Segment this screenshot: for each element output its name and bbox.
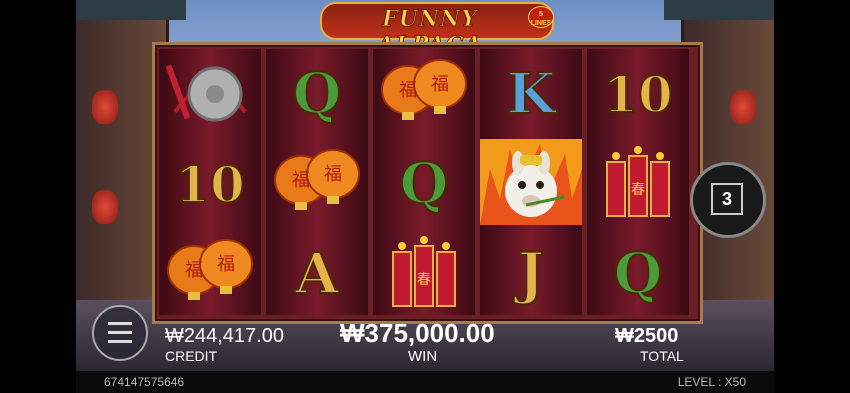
symbol-label: Q xyxy=(613,240,664,308)
menu-button[interactable] xyxy=(92,305,148,361)
firecracker-symbol: 春 xyxy=(373,231,475,317)
symbol-label: 10 xyxy=(174,154,246,215)
symbol-label: J xyxy=(517,240,545,308)
autoplay-counter-button[interactable]: 3 xyxy=(690,162,766,238)
lanterns-symbol: 福福 xyxy=(266,141,368,227)
symbol-label: Q xyxy=(292,60,343,128)
lanterns-icon: 福福 xyxy=(164,232,256,317)
svg-text:福: 福 xyxy=(399,80,417,101)
symbol-label: K xyxy=(506,60,557,128)
svg-text:春: 春 xyxy=(631,182,645,198)
decor-lantern-icon xyxy=(92,190,118,224)
reel-4: KJ xyxy=(480,49,582,315)
reel-frame: 10 福福 Q 福福 A 福福 Q 春 K J 10 春 Q xyxy=(152,42,703,324)
lanterns-symbol: 福福 xyxy=(159,231,261,317)
reel-2: Q 福福 A xyxy=(266,49,368,315)
lines-badge: 5 LINES xyxy=(528,6,554,28)
gong-icon xyxy=(165,52,255,137)
symbol-q: Q xyxy=(266,51,368,137)
firecracker-icon: 春 xyxy=(593,142,683,227)
lanterns-icon: 福福 xyxy=(378,52,470,137)
symbol-q: Q xyxy=(373,141,475,227)
svg-text:福: 福 xyxy=(292,170,310,191)
svg-text:福: 福 xyxy=(217,254,235,275)
lanterns-symbol: 福福 xyxy=(373,51,475,137)
total-bet-label: TOTAL xyxy=(640,348,684,364)
firecracker-icon: 春 xyxy=(379,232,469,317)
reel-1: 10 福福 xyxy=(159,49,261,315)
right-letterbox xyxy=(774,0,850,393)
alpaca-wild-icon xyxy=(480,138,582,230)
svg-text:福: 福 xyxy=(185,260,203,281)
symbol-label: A xyxy=(294,240,339,308)
reel-3: 福福 Q 春 xyxy=(373,49,475,315)
total-bet-value[interactable]: ₩2500 xyxy=(615,325,678,348)
decor-lantern-icon xyxy=(730,90,756,124)
svg-text:福: 福 xyxy=(324,164,342,185)
gong-symbol xyxy=(159,51,261,137)
right-roof xyxy=(664,0,774,20)
game-id: 674147575646 xyxy=(104,375,185,389)
win-value: ₩375,000.00 xyxy=(340,318,495,348)
menu-icon xyxy=(108,340,132,343)
level-indicator: LEVEL : X50 xyxy=(677,375,746,389)
menu-icon xyxy=(108,331,132,334)
symbol-label: Q xyxy=(399,150,450,218)
left-letterbox xyxy=(0,0,76,393)
reel-5: 10 春 Q xyxy=(587,49,689,315)
counter-value: 3 xyxy=(711,183,743,215)
symbol-10: 10 xyxy=(587,51,689,137)
credit-value: ₩244,417.00 xyxy=(165,325,284,347)
menu-icon xyxy=(108,322,132,325)
symbol-j: J xyxy=(480,231,582,317)
symbol-10: 10 xyxy=(159,141,261,227)
lanterns-icon: 福福 xyxy=(271,142,363,227)
svg-text:春: 春 xyxy=(417,272,431,288)
symbol-a: A xyxy=(266,231,368,317)
footer-bar: 674147575646 LEVEL : X50 xyxy=(76,371,774,393)
symbol-label: 10 xyxy=(602,64,674,125)
firecracker-symbol: 春 xyxy=(587,141,689,227)
decor-lantern-icon xyxy=(92,90,118,124)
win-label: WIN xyxy=(408,348,438,365)
credit-label: CREDIT xyxy=(165,348,218,364)
svg-text:福: 福 xyxy=(431,74,449,95)
left-roof xyxy=(76,0,186,20)
symbol-q: Q xyxy=(587,231,689,317)
alpaca-wild-symbol xyxy=(480,138,582,230)
symbol-k: K xyxy=(480,51,582,137)
